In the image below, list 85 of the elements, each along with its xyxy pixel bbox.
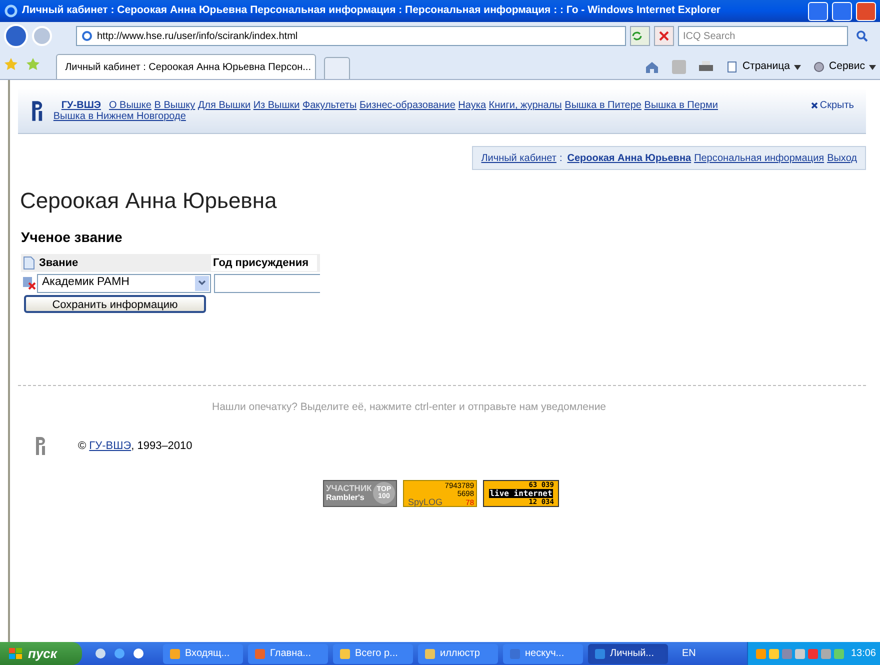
tray-icon[interactable]	[768, 648, 779, 658]
nav-link[interactable]: Для Вышки	[198, 100, 251, 111]
refresh-icon	[631, 30, 643, 42]
back-button[interactable]	[4, 24, 28, 48]
nav-link[interactable]: ГУ-ВШЭ	[61, 100, 101, 111]
clock: 13:06	[850, 647, 876, 661]
user-bar-link[interactable]: Персональная информация	[694, 150, 824, 166]
colon-separator: :	[559, 152, 562, 166]
year-field[interactable]	[214, 274, 320, 292]
taskbar-button[interactable]: Личный...	[588, 644, 668, 664]
taskbar-button[interactable]: иллюстр	[418, 644, 498, 664]
nav-link[interactable]: Факультеты	[302, 100, 357, 111]
typo-notice: Нашли опечатку? Выделите её, нажмите ctrl-enter и отправьте нам уведомление	[212, 400, 606, 415]
nav-link[interactable]: Из Вышки	[253, 100, 300, 111]
badge-text: УЧАСТНИК	[326, 483, 372, 494]
column-header: Звание	[38, 256, 80, 271]
nav-link[interactable]: Бизнес-образование	[359, 100, 456, 111]
close-icon	[810, 102, 818, 109]
quick-launch-icon[interactable]	[94, 647, 107, 660]
nav-link[interactable]: Наука	[458, 100, 486, 111]
taskbar-button[interactable]: Главна...	[248, 644, 328, 664]
caret-icon	[794, 64, 802, 70]
browser-tab[interactable]: Личный кабинет : Сероокая Анна Юрьевна Персон...	[56, 54, 316, 79]
page-heading: Сероокая Анна Юрьевна	[20, 187, 277, 215]
badge-text: live internet	[488, 488, 554, 498]
close-icon	[659, 31, 669, 41]
tray-icon[interactable]	[834, 648, 844, 658]
window-title: Личный кабинет : Сероокая Анна Юрьевна Персональная информация : Персональная информация : : Го - Windows Internet Explorer	[22, 3, 722, 18]
badge-text: Rambler's	[326, 493, 366, 504]
start-button[interactable]: пуск	[0, 642, 82, 665]
tray-icon[interactable]	[794, 648, 805, 658]
command-menu-button[interactable]: Страница	[726, 59, 802, 75]
refresh-button[interactable]	[630, 26, 650, 46]
home-icon	[644, 59, 660, 75]
forward-button[interactable]	[32, 26, 52, 46]
copyright-text: © ГУ-ВШЭ, 1993–2010	[78, 438, 192, 454]
badge-text: SpyLOG	[408, 498, 443, 507]
app-icon	[424, 648, 436, 660]
save-button[interactable]: Сохранить информацию	[24, 295, 206, 313]
search-icon	[856, 30, 868, 42]
minimize-button[interactable]	[808, 2, 828, 20]
tray-icon[interactable]	[808, 648, 818, 658]
tray-icon[interactable]	[756, 648, 766, 658]
close-button[interactable]	[856, 2, 876, 20]
add-favorites-icon	[26, 57, 40, 71]
hide-button[interactable]: Скрыть	[810, 100, 854, 111]
account-link[interactable]: Личный кабинет	[481, 150, 556, 166]
new-tab-button[interactable]	[324, 57, 350, 79]
nav-link[interactable]: В Вышку	[154, 100, 196, 111]
university-logo-icon	[34, 436, 48, 456]
title-select[interactable]: Академик РАМН	[37, 274, 211, 292]
caret-icon	[869, 64, 876, 70]
printer-icon	[698, 60, 714, 74]
quick-launch-icon[interactable]	[113, 647, 126, 660]
column-header: Год присуждения	[211, 254, 317, 272]
language-indicator: EN	[682, 647, 696, 661]
search-field[interactable]: ICQ Search	[678, 26, 848, 46]
stop-button[interactable]	[654, 26, 674, 46]
app-icon	[509, 648, 521, 660]
nav-link[interactable]: О Вышке	[109, 100, 152, 111]
quick-launch-icon[interactable]	[132, 647, 145, 660]
user-name-link[interactable]: Сероокая Анна Юрьевна	[567, 150, 692, 166]
nav-link[interactable]: Вышка в Нижнем Новгороде	[53, 111, 186, 122]
user-bar-link[interactable]: Выход	[827, 150, 857, 166]
app-icon	[169, 648, 181, 660]
windows-logo-icon	[8, 646, 24, 660]
app-icon	[254, 648, 266, 660]
app-icon	[594, 648, 606, 660]
star-icon	[4, 57, 18, 71]
section-heading: Ученое звание	[21, 228, 122, 247]
command-menu-button[interactable]: Сервис	[813, 59, 876, 75]
nav-link[interactable]: Вышка в Питере	[564, 100, 642, 111]
copyright-link[interactable]: ГУ-ВШЭ	[89, 440, 132, 452]
taskbar-button[interactable]: нескуч...	[503, 644, 583, 664]
nav-link[interactable]: Вышка в Перми	[644, 100, 718, 111]
delete-row-icon	[22, 276, 36, 290]
taskbar-button[interactable]: Входящ...	[163, 644, 243, 664]
browser-icon	[4, 4, 18, 18]
app-icon	[339, 648, 351, 660]
nav-link[interactable]: Книги, журналы	[488, 100, 562, 111]
maximize-button[interactable]	[832, 2, 852, 20]
taskbar-button[interactable]: Всего р...	[333, 644, 413, 664]
document-icon	[23, 256, 35, 270]
address-field[interactable]: http://www.hse.ru/user/info/scirank/index.html	[76, 26, 626, 46]
chevron-down-icon	[198, 280, 206, 286]
